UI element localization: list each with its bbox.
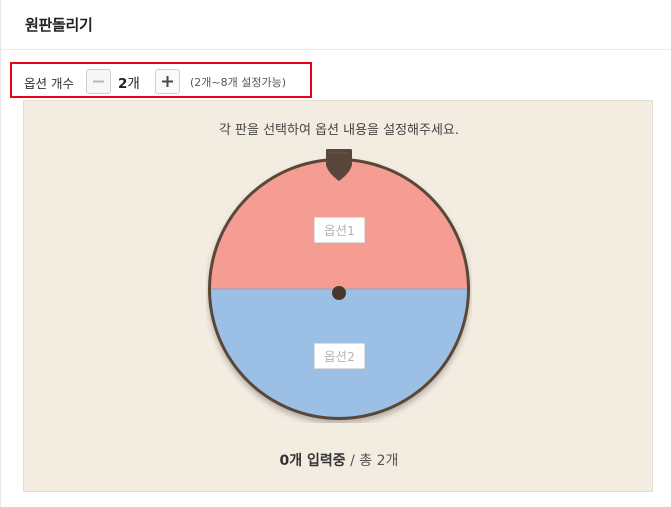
option-2-input[interactable] xyxy=(314,343,365,369)
option-count-value: 2개 xyxy=(118,76,140,92)
wheel xyxy=(208,149,470,420)
minus-icon xyxy=(93,80,104,83)
input-status: 0개 입력중 / 총 2개 xyxy=(24,450,654,470)
option-1-input[interactable] xyxy=(314,217,365,243)
wheel-instruction: 각 판을 선택하여 옵션 내용을 설정해주세요. xyxy=(218,123,460,138)
wheel-board: 각 판을 선택하여 옵션 내용을 설정해주세요. 0개 입력중 / 총 2개 xyxy=(23,100,653,492)
panel-header: 원판돌리기 xyxy=(1,0,671,50)
roulette-panel: 원판돌리기 옵션 개수 2개 (2개~8개 설정가능) 각 판을 선택하여 옵션… xyxy=(0,0,671,507)
decrement-button[interactable] xyxy=(86,69,111,94)
entered-count: 0개 입력중 xyxy=(279,453,346,469)
total-count: / 총 2개 xyxy=(350,453,399,469)
option-count-control: 옵션 개수 2개 (2개~8개 설정가능) xyxy=(10,62,312,98)
plus-icon xyxy=(162,76,173,87)
option-count-hint: (2개~8개 설정가능) xyxy=(190,76,287,89)
increment-button[interactable] xyxy=(155,69,180,94)
wheel-center-pin xyxy=(332,286,346,300)
page-title: 원판돌리기 xyxy=(25,16,93,34)
option-count-label: 옵션 개수 xyxy=(24,76,74,91)
